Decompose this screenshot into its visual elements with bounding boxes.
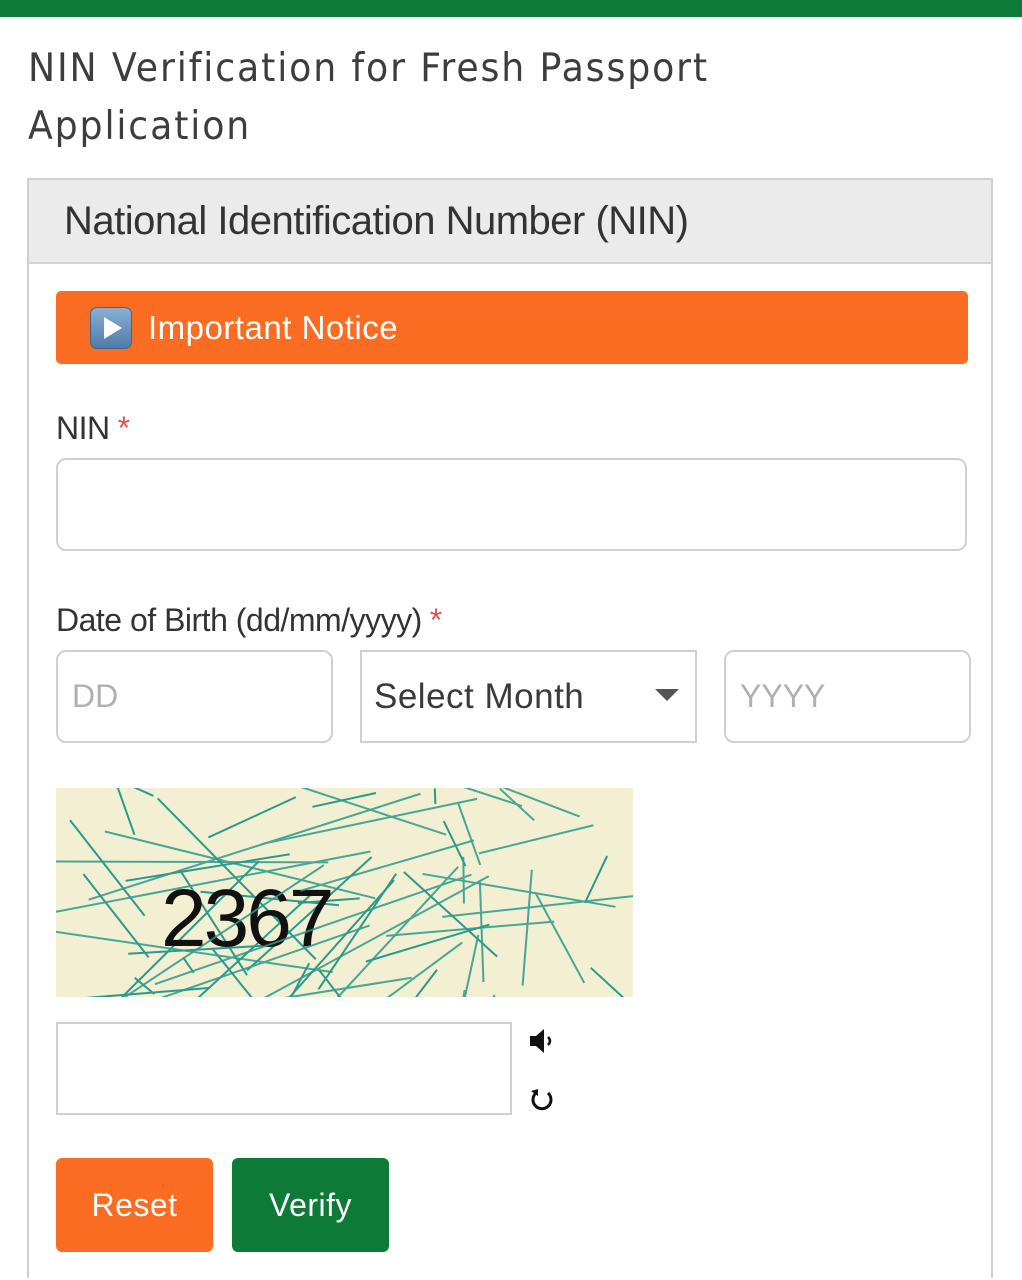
refresh-icon[interactable] — [529, 1085, 555, 1113]
captcha-noise-line — [492, 994, 496, 997]
nin-label-text: NIN — [56, 410, 110, 446]
panel-header: National Identification Number (NIN) — [29, 180, 991, 264]
captcha-noise-line — [521, 869, 533, 986]
nin-label: NIN * — [56, 410, 130, 447]
captcha-noise-line — [56, 860, 329, 864]
required-asterisk: * — [429, 602, 442, 638]
captcha-noise-line — [457, 803, 482, 866]
captcha-noise-line — [312, 792, 377, 808]
play-button-icon — [90, 306, 132, 349]
captcha-noise-line — [478, 880, 485, 983]
dob-year-input[interactable] — [724, 650, 971, 743]
captcha-noise-line — [462, 989, 466, 997]
dob-label-text: Date of Birth (dd/mm/yyyy) — [56, 602, 422, 638]
dob-month-select[interactable]: Select Month — [360, 650, 697, 743]
dob-day-input[interactable] — [56, 650, 333, 743]
reset-button[interactable]: Reset — [56, 1158, 213, 1252]
captcha-noise: 2367 — [56, 788, 633, 997]
captcha-noise-line — [501, 788, 581, 818]
captcha-noise-line — [133, 788, 154, 797]
captcha-input[interactable] — [56, 1022, 512, 1115]
captcha-noise-line — [584, 855, 609, 904]
captcha-noise-line — [433, 788, 437, 805]
important-notice-button[interactable]: Important Notice — [56, 291, 968, 364]
month-select-value: Select Month — [374, 676, 585, 716]
captcha-noise-line — [386, 920, 555, 937]
page-title: NIN Verification for Fresh Passport Appl… — [28, 46, 709, 149]
captcha-noise-line — [318, 969, 342, 997]
important-notice-label: Important Notice — [148, 308, 399, 346]
captcha-image: 2367 — [56, 788, 633, 997]
captcha-noise-line — [414, 969, 438, 997]
required-asterisk: * — [117, 410, 130, 446]
captcha-noise-line — [590, 967, 625, 997]
captcha-noise-line — [116, 788, 136, 836]
verify-button[interactable]: Verify — [232, 1158, 389, 1252]
captcha-noise-line — [207, 796, 297, 839]
top-brand-bar — [0, 0, 1022, 17]
captcha-noise-line — [478, 824, 594, 855]
dob-label: Date of Birth (dd/mm/yyyy) * — [56, 602, 442, 639]
captcha-noise-line — [365, 923, 490, 963]
captcha-noise-line — [463, 934, 480, 997]
panel-heading: National Identification Number (NIN) — [64, 198, 689, 243]
speaker-icon[interactable] — [528, 1026, 558, 1056]
chevron-down-icon — [655, 689, 679, 701]
captcha-noise-line — [462, 856, 465, 904]
nin-input[interactable] — [56, 458, 967, 551]
captcha-noise-line — [422, 872, 616, 908]
nin-panel: National Identification Number (NIN) Imp… — [27, 178, 993, 1278]
